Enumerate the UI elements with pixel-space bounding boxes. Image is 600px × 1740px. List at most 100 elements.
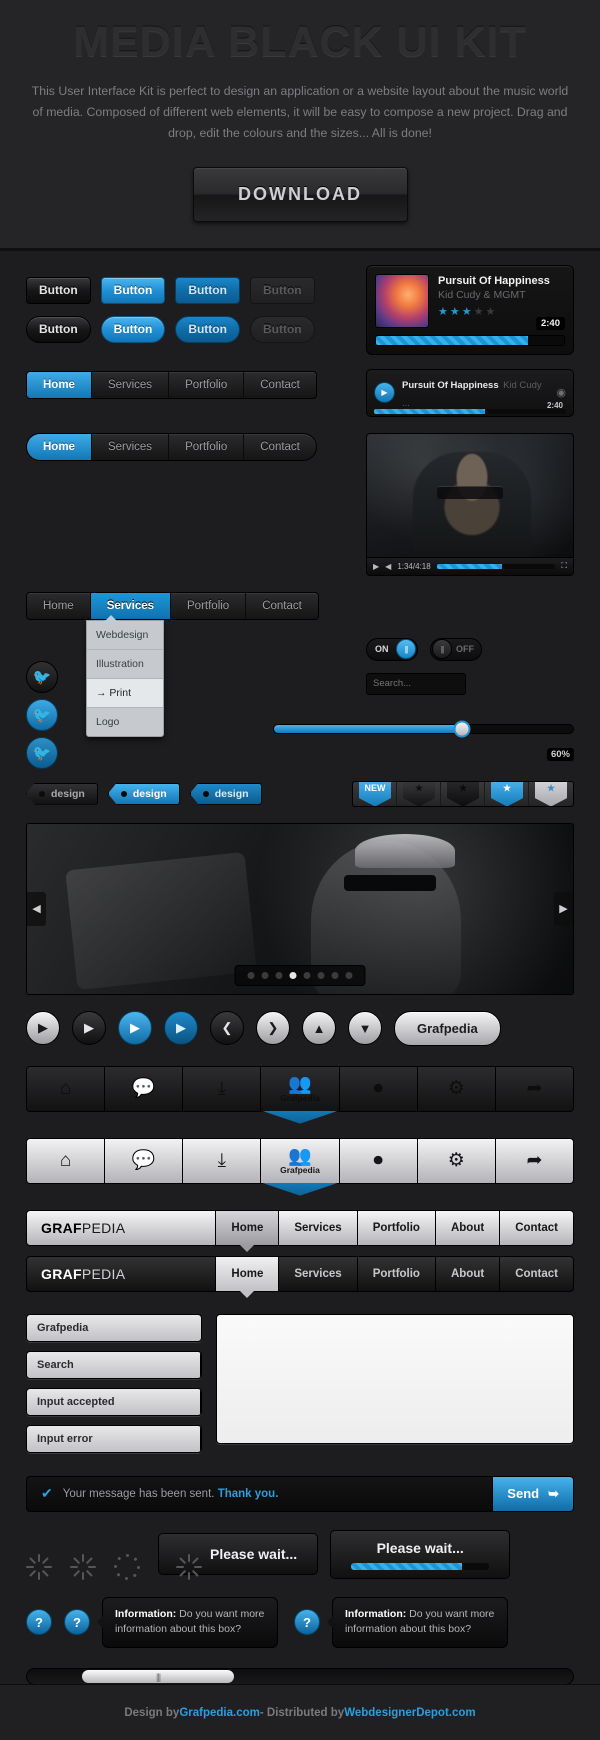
nav-pill-item-contact[interactable]: Contact (244, 434, 316, 460)
help-icon[interactable]: ? (26, 1609, 52, 1636)
star-icon[interactable]: ★ (450, 306, 462, 318)
toolbar-home-button[interactable]: ⌂ (27, 1066, 106, 1111)
menubar-dark-item-contact[interactable]: Contact (500, 1257, 573, 1291)
search-field-input[interactable] (27, 1351, 200, 1378)
star-icon[interactable]: ★ (474, 306, 486, 318)
rating-stars[interactable]: ★★★★★ (438, 305, 565, 318)
grafpedia-link[interactable]: Grafpedia.com (179, 1707, 260, 1719)
message-textarea[interactable] (216, 1313, 574, 1444)
scrollbar-thumb[interactable]: ||| (81, 1670, 235, 1684)
nav-dd-item-home[interactable]: Home (27, 592, 91, 619)
star-icon[interactable]: ★ (438, 306, 450, 318)
menubar-item-portfolio[interactable]: Portfolio (358, 1210, 436, 1245)
button-square-blue-dark[interactable]: Button (175, 276, 240, 304)
chevron-right-icon[interactable]: ❯ (256, 1011, 290, 1046)
toolbar-light-gear-button[interactable]: ⚙ (417, 1138, 496, 1183)
dropdown-item-print[interactable]: → Print (87, 678, 163, 708)
toolbar-light-users-button[interactable]: 👥 Grafpedia (261, 1138, 340, 1183)
slide-dot[interactable] (261, 971, 269, 979)
menubar-item-services[interactable]: Services (279, 1210, 358, 1245)
toggle-off[interactable]: OFF ||| (430, 637, 482, 661)
dropdown-item-logo[interactable]: Logo (87, 708, 163, 736)
toolbar-share-button[interactable]: ➦ (495, 1066, 573, 1111)
toggle-knob[interactable]: ||| (396, 639, 416, 660)
eye-icon[interactable]: ◉ (556, 386, 566, 399)
text-input-field[interactable] (26, 1313, 202, 1342)
slide-dot[interactable] (247, 971, 255, 979)
menubar-item-contact[interactable]: Contact (500, 1211, 573, 1245)
nav-dd-item-portfolio[interactable]: Portfolio (171, 592, 247, 619)
twitter-icon[interactable]: 🐦 (26, 736, 58, 769)
search-box[interactable]: 🔍 (366, 672, 466, 695)
toolbar-light-chat-button[interactable]: 💬 (105, 1138, 184, 1183)
toggle-on[interactable]: ON ||| (366, 637, 418, 661)
text-input[interactable] (27, 1314, 201, 1341)
please-wait-progress-button[interactable]: Please wait... (330, 1529, 511, 1579)
toolbar-light-download-button[interactable]: ⤓ (183, 1138, 262, 1183)
chevron-left-icon[interactable]: ❮ (210, 1011, 244, 1046)
toolbar-light-share-button[interactable]: ➦ (495, 1138, 573, 1183)
accepted-input-field[interactable]: ✔ (26, 1387, 202, 1416)
help-icon[interactable]: ? (294, 1609, 320, 1636)
twitter-icon[interactable]: 🐦 (26, 660, 58, 693)
ribbon-star-dark[interactable]: ★ (403, 781, 435, 806)
menubar-dark-item-portfolio[interactable]: Portfolio (358, 1256, 436, 1291)
slide-dot[interactable] (331, 971, 339, 979)
toolbar-users-button[interactable]: 👥 Grafpedia (261, 1066, 340, 1111)
play-icon[interactable]: ▶ (164, 1011, 198, 1046)
video-controls[interactable]: ▶ ◀ 1:34/4:18 ⛶ (367, 556, 573, 575)
ribbon-star-gray[interactable]: ★ (535, 781, 567, 806)
play-icon[interactable]: ▶ (72, 1011, 106, 1046)
tag-blue[interactable]: design (107, 782, 180, 805)
nav-dd-item-contact[interactable]: Contact (246, 593, 318, 619)
search-icon[interactable]: 🔍 (200, 1351, 201, 1378)
nav-pill-item-home[interactable]: Home (27, 433, 92, 460)
slide-dot[interactable] (275, 971, 283, 979)
nav-item-services[interactable]: Services (92, 371, 170, 398)
chevron-left-icon[interactable]: ◀ (27, 891, 46, 926)
play-icon[interactable]: ▶ (373, 562, 379, 571)
send-button[interactable]: Send ➥ (492, 1476, 573, 1511)
ribbon-star-dark2[interactable]: ★ (447, 781, 479, 806)
toolbar-download-button[interactable]: ⤓ (183, 1066, 262, 1111)
star-icon[interactable]: ★ (462, 306, 474, 318)
slide-dot-active[interactable] (289, 971, 297, 979)
slide-dot[interactable] (317, 971, 325, 979)
slide-dot[interactable] (345, 971, 353, 979)
menubar-dark-item-home[interactable]: Home (216, 1256, 280, 1291)
toolbar-gear-button[interactable]: ⚙ (417, 1066, 496, 1111)
nav-dd-item-services[interactable]: Services (90, 592, 172, 619)
ribbon-star-blue[interactable]: ★ (491, 781, 523, 806)
toolbar-camera-button[interactable]: ⏺ (339, 1066, 418, 1111)
image-slideshow[interactable]: ◀ ▶ (26, 822, 574, 995)
nav-pill-item-services[interactable]: Services (92, 433, 170, 460)
tag-dark[interactable]: design (26, 782, 98, 805)
nav-item-home[interactable]: Home (27, 371, 92, 398)
slide-dot[interactable] (303, 971, 311, 979)
dropdown-item-illustration[interactable]: Illustration (87, 650, 163, 679)
video-player[interactable]: ▶ ◀ 1:34/4:18 ⛶ (366, 432, 574, 576)
toolbar-light-camera-button[interactable]: ⏺ (339, 1138, 418, 1183)
toggle-knob[interactable]: ||| (432, 639, 452, 660)
range-slider[interactable] (273, 720, 574, 738)
button-round-disabled[interactable]: Button (249, 315, 315, 343)
dropdown-item-webdesign[interactable]: Webdesign (87, 621, 163, 650)
button-square-dark[interactable]: Button (26, 276, 91, 304)
nav-item-contact[interactable]: Contact (244, 372, 316, 398)
slider-handle[interactable] (453, 720, 471, 738)
music-player-compact[interactable]: ▶ Pursuit Of Happiness Kid Cudy ... ◉ 2:… (366, 368, 574, 417)
nav-pill-item-portfolio[interactable]: Portfolio (169, 433, 245, 460)
play-icon[interactable]: ▶ (26, 1011, 60, 1046)
chevron-down-icon[interactable]: ▼ (348, 1011, 382, 1046)
please-wait-button[interactable]: Please wait... (158, 1533, 319, 1581)
tag-blue-dark[interactable]: design (189, 782, 262, 805)
download-button[interactable]: DOWNLOAD (192, 166, 408, 222)
horizontal-scrollbar[interactable]: ||| (26, 1668, 574, 1686)
menubar-dark-item-services[interactable]: Services (279, 1256, 358, 1291)
compact-progress-bar[interactable] (374, 408, 566, 414)
search-input[interactable] (367, 673, 465, 694)
chevron-up-icon[interactable]: ▲ (302, 1011, 336, 1046)
nav-item-portfolio[interactable]: Portfolio (169, 371, 245, 398)
button-round-blue-dark[interactable]: Button (175, 315, 240, 343)
fullscreen-icon[interactable]: ⛶ (561, 561, 567, 571)
